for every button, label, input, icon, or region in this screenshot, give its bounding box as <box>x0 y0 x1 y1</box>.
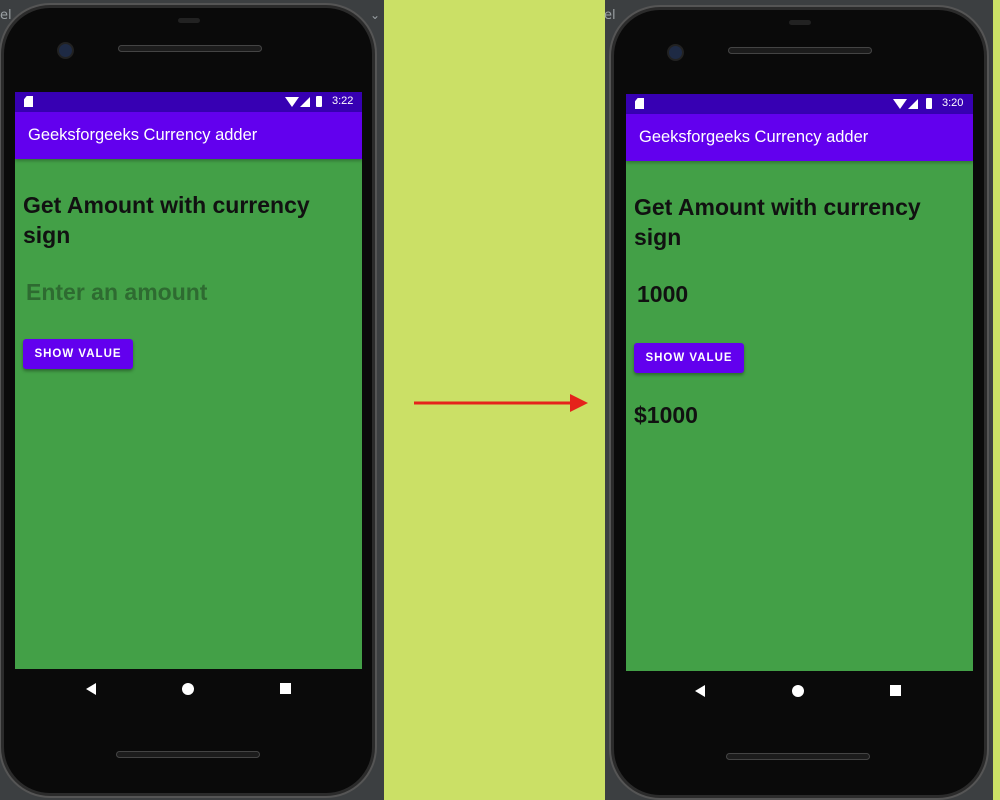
home-circle-icon[interactable] <box>182 683 194 695</box>
status-time: 3:22 <box>332 95 354 107</box>
bottom-speaker <box>726 753 870 760</box>
app-title: Geeksforgeeks Currency adder <box>28 126 258 144</box>
editor-tab-fragment-right: el <box>604 8 616 23</box>
show-value-button[interactable]: SHOW VALUE <box>634 343 744 373</box>
battery-icon <box>316 96 322 107</box>
show-value-button[interactable]: SHOW VALUE <box>23 339 133 369</box>
navigation-bar <box>15 669 362 709</box>
sim-card-icon <box>24 96 33 107</box>
page-heading: Get Amount with currency sign <box>23 192 310 248</box>
front-camera <box>669 46 682 59</box>
sim-card-icon <box>635 98 644 109</box>
bottom-speaker <box>116 751 260 758</box>
earpiece-speaker <box>728 47 872 54</box>
wifi-icon <box>893 99 907 109</box>
signal-icon <box>300 97 310 107</box>
phone-frame-after: 3:20 Geeksforgeeks Currency adder Get Am… <box>614 10 984 795</box>
app-bar: Geeksforgeeks Currency adder <box>15 112 362 159</box>
recents-square-icon[interactable] <box>280 683 291 694</box>
back-triangle-icon[interactable] <box>695 685 705 697</box>
navigation-bar <box>626 671 973 711</box>
earpiece-speaker <box>118 45 262 52</box>
status-time: 3:20 <box>942 97 964 109</box>
status-bar: 3:20 <box>626 94 973 114</box>
editor-tab-fragment-left: el <box>0 8 12 23</box>
signal-icon <box>908 99 918 109</box>
amount-input[interactable] <box>26 275 326 309</box>
screen-after: 3:20 Geeksforgeeks Currency adder Get Am… <box>626 94 973 671</box>
separator-edge <box>993 0 1000 800</box>
wifi-icon <box>285 97 299 107</box>
result-text: $1000 <box>634 402 698 428</box>
app-title: Geeksforgeeks Currency adder <box>639 128 869 146</box>
phone-frame-before: 3:22 Geeksforgeeks Currency adder Get Am… <box>4 8 372 793</box>
phone-sensor <box>789 20 811 25</box>
chevron-down-icon[interactable]: ⌄ <box>370 8 380 22</box>
arrow-right-icon <box>414 394 588 412</box>
home-circle-icon[interactable] <box>792 685 804 697</box>
amount-input[interactable] <box>637 277 937 311</box>
status-bar: 3:22 <box>15 92 362 112</box>
page-heading: Get Amount with currency sign <box>634 194 921 250</box>
back-triangle-icon[interactable] <box>86 683 96 695</box>
phone-sensor <box>178 18 200 23</box>
screen-before: 3:22 Geeksforgeeks Currency adder Get Am… <box>15 92 362 669</box>
battery-icon <box>926 98 932 109</box>
app-bar: Geeksforgeeks Currency adder <box>626 114 973 161</box>
recents-square-icon[interactable] <box>890 685 901 696</box>
front-camera <box>59 44 72 57</box>
